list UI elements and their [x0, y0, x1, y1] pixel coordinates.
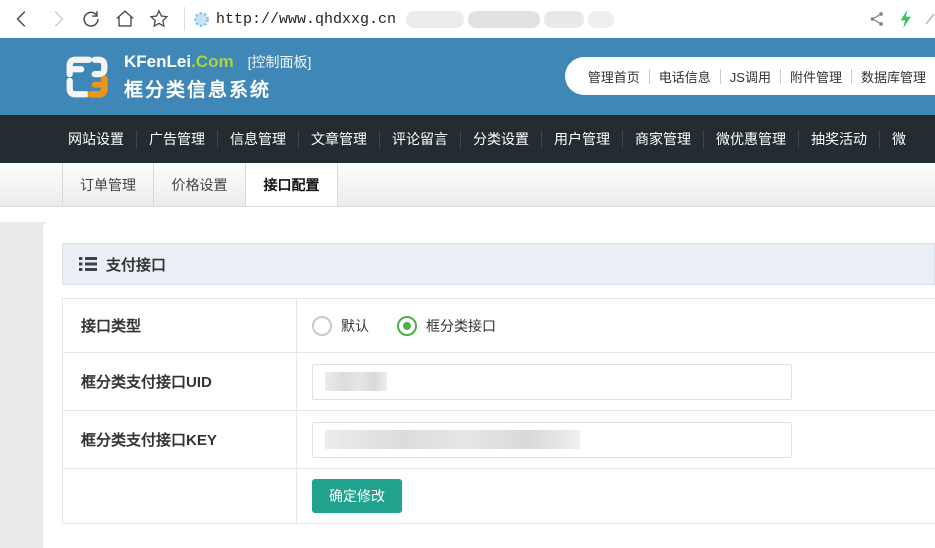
nav-clipped-item[interactable]: 微 [880, 129, 918, 149]
radio-option-default[interactable]: 默认 [312, 316, 369, 336]
quick-link-admin-home[interactable]: 管理首页 [579, 67, 649, 86]
radio-option-kfenlei[interactable]: 框分类接口 [397, 316, 496, 336]
tab-price-settings[interactable]: 价格设置 [154, 163, 246, 206]
bookmark-star-icon[interactable] [144, 4, 174, 34]
kfenlei-logo-icon [62, 52, 112, 102]
site-icon [193, 11, 210, 28]
empty-label-cell [63, 469, 296, 524]
main-nav: 网站设置 广告管理 信息管理 文章管理 评论留言 分类设置 用户管理 商家管理 … [0, 115, 935, 163]
radio-label-kfenlei[interactable]: 框分类接口 [426, 316, 496, 336]
brand-name: KFenLei [124, 52, 191, 72]
nav-site-settings[interactable]: 网站设置 [56, 129, 136, 149]
nav-info-management[interactable]: 信息管理 [218, 129, 298, 149]
nav-user-management[interactable]: 用户管理 [542, 129, 622, 149]
brand-logo-block[interactable]: KFenLei.Com [控制面板] 框分类信息系统 [62, 52, 311, 102]
lightning-icon[interactable] [898, 9, 913, 29]
url-text[interactable]: http://www.qhdxxg.cn [216, 11, 396, 28]
page-background: 支付接口 接口类型 默认 框分类接口 [0, 222, 935, 548]
panel-title: 支付接口 [106, 254, 166, 275]
nav-coupon-management[interactable]: 微优惠管理 [704, 129, 798, 149]
back-icon[interactable] [8, 4, 38, 34]
panel-header: 支付接口 [62, 243, 935, 285]
reload-icon[interactable] [76, 4, 106, 34]
url-redacted-segment [406, 11, 614, 28]
nav-category-settings[interactable]: 分类设置 [461, 129, 541, 149]
redacted-blur [544, 11, 584, 28]
interface-type-radio-group: 默认 框分类接口 [312, 316, 496, 336]
browser-toolbar: http://www.qhdxxg.cn [0, 0, 935, 38]
quick-link-js-call[interactable]: JS调用 [721, 67, 780, 86]
forward-icon[interactable] [42, 4, 72, 34]
tab-order-management[interactable]: 订单管理 [62, 163, 154, 206]
quick-link-attachments[interactable]: 附件管理 [781, 67, 851, 86]
nav-comments[interactable]: 评论留言 [380, 129, 460, 149]
edge-clipped-icon[interactable] [925, 10, 935, 28]
nav-merchant-management[interactable]: 商家管理 [623, 129, 703, 149]
submit-button[interactable]: 确定修改 [312, 479, 402, 513]
nav-ad-management[interactable]: 广告管理 [137, 129, 217, 149]
toolbar-divider [184, 7, 185, 31]
uid-label: 框分类支付接口UID [63, 353, 296, 411]
nav-article-management[interactable]: 文章管理 [299, 129, 379, 149]
address-bar[interactable]: http://www.qhdxxg.cn [193, 11, 868, 28]
console-tag: [控制面板] [248, 52, 312, 72]
sub-nav: 订单管理 价格设置 接口配置 [0, 163, 935, 207]
form-row-submit: 确定修改 [63, 469, 935, 524]
content-card: 支付接口 接口类型 默认 框分类接口 [43, 222, 935, 548]
list-icon [79, 256, 97, 272]
quick-link-database[interactable]: 数据库管理 [852, 67, 935, 86]
header-quick-nav: 管理首页 电话信息 JS调用 附件管理 数据库管理 [565, 57, 935, 95]
uid-input[interactable] [312, 364, 792, 400]
share-icon[interactable] [868, 10, 886, 28]
redacted-blur [468, 11, 540, 28]
radio-unchecked-icon[interactable] [312, 316, 332, 336]
key-label: 框分类支付接口KEY [63, 411, 296, 469]
form-row-uid: 框分类支付接口UID [63, 353, 935, 411]
payment-interface-form: 接口类型 默认 框分类接口 框分类支付接口UID [62, 298, 935, 524]
app-header: KFenLei.Com [控制面板] 框分类信息系统 管理首页 电话信息 JS调… [0, 38, 935, 115]
quick-link-phone-info[interactable]: 电话信息 [650, 67, 720, 86]
key-input[interactable] [312, 422, 792, 458]
radio-label-default[interactable]: 默认 [341, 316, 369, 336]
redacted-blur [406, 11, 464, 28]
key-redacted-value [325, 430, 580, 449]
redacted-blur [588, 11, 614, 28]
tab-interface-config[interactable]: 接口配置 [246, 163, 338, 206]
uid-redacted-value [325, 372, 387, 391]
radio-checked-icon[interactable] [397, 316, 417, 336]
form-row-key: 框分类支付接口KEY [63, 411, 935, 469]
form-row-interface-type: 接口类型 默认 框分类接口 [63, 299, 935, 353]
interface-type-label: 接口类型 [63, 299, 296, 353]
home-icon[interactable] [110, 4, 140, 34]
brand-domain: .Com [191, 52, 234, 72]
nav-lottery[interactable]: 抽奖活动 [799, 129, 879, 149]
system-title: 框分类信息系统 [124, 75, 311, 102]
